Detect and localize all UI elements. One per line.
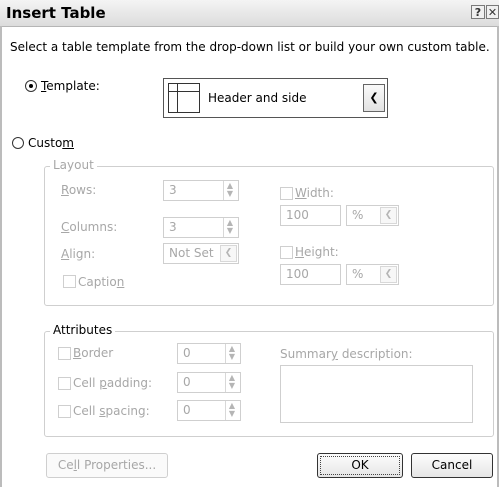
- chevron-down-icon[interactable]: ❮: [380, 207, 397, 224]
- height-unit-select[interactable]: % ❮: [346, 264, 399, 285]
- height-checkbox[interactable]: [280, 246, 293, 259]
- spin-up-down-icon[interactable]: ▲ ▼: [225, 401, 238, 420]
- window-title: Insert Table: [6, 4, 106, 22]
- close-button[interactable]: ✕: [486, 5, 499, 19]
- border-checkbox[interactable]: [58, 347, 71, 360]
- cell-padding-checkbox[interactable]: [58, 377, 71, 390]
- cell-spacing-checkbox[interactable]: [58, 405, 71, 418]
- cell-properties-button[interactable]: Cell Properties...: [46, 453, 168, 478]
- intro-text: Select a table template from the drop-do…: [10, 40, 490, 54]
- template-radio[interactable]: [25, 80, 37, 92]
- spin-up-down-icon[interactable]: ▲ ▼: [223, 218, 236, 237]
- columns-stepper[interactable]: 3 ▲ ▼: [163, 217, 239, 238]
- template-dropdown[interactable]: Header and side ❮: [163, 78, 388, 118]
- custom-radio[interactable]: [12, 137, 24, 149]
- rows-stepper[interactable]: 3 ▲ ▼: [163, 180, 239, 201]
- template-label: Template:: [41, 79, 100, 93]
- rows-value: 3: [169, 183, 177, 197]
- columns-value: 3: [169, 220, 177, 234]
- cell-padding-value: 0: [183, 375, 191, 389]
- caption-checkbox[interactable]: [63, 275, 76, 288]
- summary-label: Summary description:: [280, 347, 413, 361]
- border-label: Border: [73, 346, 114, 360]
- border-stepper[interactable]: 0 ▲ ▼: [177, 343, 241, 364]
- width-unit-value: %: [352, 208, 364, 222]
- header-and-side-template-icon: [168, 83, 200, 113]
- height-unit-value: %: [352, 267, 364, 281]
- chevron-down-icon[interactable]: ❮: [380, 266, 397, 283]
- chevron-down-icon[interactable]: ❮: [363, 84, 385, 112]
- cancel-button[interactable]: Cancel: [411, 453, 493, 478]
- height-input[interactable]: 100: [280, 264, 341, 285]
- cell-spacing-value: 0: [183, 403, 191, 417]
- width-unit-select[interactable]: % ❮: [346, 205, 399, 226]
- align-label: Align:: [61, 247, 96, 261]
- align-select[interactable]: Not Set ❮: [163, 243, 239, 264]
- columns-label: Columns:: [61, 220, 118, 234]
- title-bar: Insert Table ? ✕: [0, 0, 499, 27]
- height-label: Height:: [295, 245, 339, 259]
- width-checkbox[interactable]: [280, 187, 293, 200]
- cell-padding-stepper[interactable]: 0 ▲ ▼: [177, 372, 241, 393]
- rows-label: Rows:: [61, 183, 97, 197]
- align-value: Not Set: [169, 246, 214, 260]
- help-button[interactable]: ?: [471, 5, 485, 19]
- spin-up-down-icon[interactable]: ▲ ▼: [225, 344, 238, 363]
- cell-padding-label: Cell padding:: [73, 376, 153, 390]
- layout-legend: Layout: [50, 158, 97, 172]
- template-dropdown-value: Header and side: [208, 91, 307, 105]
- width-label: Width:: [295, 186, 334, 200]
- width-input[interactable]: 100: [280, 205, 341, 226]
- caption-label: Caption: [78, 275, 125, 289]
- attributes-legend: Attributes: [50, 323, 116, 337]
- window-border-left: [0, 26, 2, 487]
- focus-outline: [320, 456, 400, 475]
- spin-up-down-icon[interactable]: ▲ ▼: [225, 373, 238, 392]
- custom-label: Custom: [28, 136, 74, 150]
- border-value: 0: [183, 346, 191, 360]
- summary-textarea[interactable]: [280, 365, 473, 423]
- spin-up-down-icon[interactable]: ▲ ▼: [223, 181, 236, 200]
- cell-spacing-stepper[interactable]: 0 ▲ ▼: [177, 400, 241, 421]
- cell-spacing-label: Cell spacing:: [73, 404, 150, 418]
- ok-button[interactable]: OK: [317, 453, 403, 478]
- chevron-down-icon[interactable]: ❮: [220, 245, 237, 262]
